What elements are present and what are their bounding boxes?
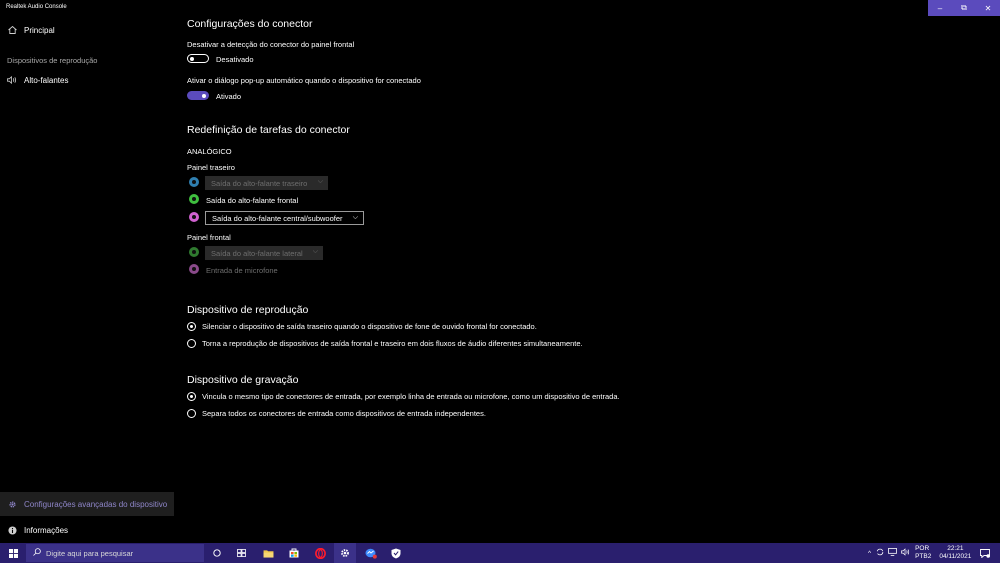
rear-panel-label: Painel traseiro [187,163,235,172]
sidebar-section-label: Dispositivos de reprodução [7,56,98,65]
language-top: POR [915,545,930,552]
tray-network-icon[interactable] [888,548,897,558]
taskbar: Digite aqui para pesquisar ^ POR PTB2 22… [0,543,1000,563]
minimize-button[interactable]: – [928,0,952,16]
home-icon [7,26,17,34]
system-tray: ^ POR PTB2 22:21 04/11/2021 [868,543,971,563]
file-explorer-button[interactable] [258,543,278,563]
clock-date: 04/11/2021 [939,553,972,560]
front-detection-label: Desativar a detecção do conector do pain… [187,40,355,49]
tray-sync-icon[interactable] [876,548,884,558]
toggle-knob [202,93,206,98]
sidebar-item-label: Principal [24,25,55,35]
folder-icon [263,549,273,558]
rear-jack-pink-icon [189,212,199,222]
speaker-icon [7,76,17,84]
auto-popup-state: Ativado [216,92,242,101]
info-icon [7,525,17,535]
playback-option-1-radio[interactable] [187,322,196,331]
auto-popup-label: Ativar o diálogo pop-up automático quand… [187,76,421,85]
window-controls: – ⧉ ✕ [928,0,1000,16]
title-bar: Realtek Audio Console – ⧉ ✕ [0,0,1000,16]
store-button[interactable] [284,543,304,563]
rear-jack-green-label: Saída do alto-falante frontal [206,196,299,205]
select-value: Saída do alto-falante traseiro [211,178,308,188]
realtek-console-button[interactable] [334,543,356,563]
chat-bubble-icon [365,548,377,559]
tray-volume-icon[interactable] [901,548,910,558]
security-app-button[interactable] [386,543,406,563]
tray-expand-chevron-icon[interactable]: ^ [868,550,871,557]
sidebar-item-info[interactable]: Informações [0,521,174,539]
search-placeholder: Digite aqui para pesquisar [46,548,134,558]
front-detection-state: Desativado [216,55,254,64]
front-detection-toggle[interactable] [187,54,209,63]
playback-option-2-label: Torna a reprodução de dispositivos de sa… [202,339,583,348]
recording-option-2-label: Separa todos os conectores de entrada co… [202,409,486,418]
tray-clock[interactable]: 22:21 04/11/2021 [939,545,971,561]
front-jack-green-select[interactable]: Saída do alto-falante lateral ⌵ [205,246,323,260]
app-title: Realtek Audio Console [6,4,67,10]
front-jack-pink-label: Entrada de microfone [206,266,278,275]
opera-icon [314,547,326,559]
rear-jack-pink-select[interactable]: Saída do alto-falante central/subwoofer … [205,211,364,225]
cortana-icon [213,549,221,557]
auto-popup-toggle[interactable] [187,91,209,100]
opera-button[interactable] [310,543,330,563]
tray-language[interactable]: POR PTB2 [915,545,931,561]
rear-jack-blue-select[interactable]: Saída do alto-falante traseiro ⌵ [205,176,328,190]
recording-option-1-radio[interactable] [187,392,196,401]
gear-icon [7,500,17,509]
analog-label: ANALÓGICO [187,147,232,156]
chevron-down-icon: ⌵ [352,214,358,221]
sidebar-item-speakers[interactable]: Alto-falantes [0,71,174,89]
sidebar-item-label: Configurações avançadas do dispositivo [24,499,168,509]
rear-jack-green-icon [189,194,199,204]
retasking-title: Redefinição de tarefas do conector [187,124,350,136]
sidebar-item-home[interactable]: Principal [0,21,174,39]
action-center-button[interactable] [975,543,995,563]
task-view-button[interactable] [232,543,250,563]
rear-jack-blue-icon [189,177,199,187]
sidebar-item-advanced-settings[interactable]: Configurações avançadas do dispositivo [0,492,174,516]
realtek-gear-icon [341,549,349,557]
sidebar-item-label: Informações [24,525,69,535]
playback-option-2-radio[interactable] [187,339,196,348]
taskbar-search-box[interactable]: Digite aqui para pesquisar [26,544,204,562]
front-jack-green-icon [189,247,199,257]
chevron-down-icon: ⌵ [317,178,323,185]
notification-icon [980,548,990,558]
store-bag-icon [289,548,299,558]
recording-option-1-label: Vincula o mesmo tipo de conectores de en… [202,392,620,401]
sidebar: Principal Dispositivos de reprodução Alt… [0,16,174,543]
language-bottom: PTB2 [915,553,932,560]
chevron-down-icon: ⌵ [312,248,318,255]
messenger-button[interactable] [360,543,382,563]
recording-device-title: Dispositivo de gravação [187,374,299,386]
toggle-knob [190,56,194,61]
sidebar-item-label: Alto-falantes [24,75,69,85]
search-icon [33,548,41,558]
playback-device-title: Dispositivo de reprodução [187,304,309,316]
restore-button[interactable]: ⧉ [952,0,976,16]
playback-option-1-label: Silenciar o dispositivo de saída traseir… [202,322,537,331]
close-button[interactable]: ✕ [976,0,1000,16]
task-view-icon [236,549,246,557]
cortana-button[interactable] [208,543,226,563]
shield-icon [391,548,401,558]
select-value: Saída do alto-falante lateral [211,248,303,258]
select-value: Saída do alto-falante central/subwoofer [212,213,343,223]
connector-settings-title: Configurações do conector [187,18,313,30]
windows-icon [8,548,18,558]
front-panel-label: Painel frontal [187,233,231,242]
recording-option-2-radio[interactable] [187,409,196,418]
front-jack-pink-icon [189,264,199,274]
start-button[interactable] [3,543,23,563]
clock-time: 22:21 [947,545,964,552]
